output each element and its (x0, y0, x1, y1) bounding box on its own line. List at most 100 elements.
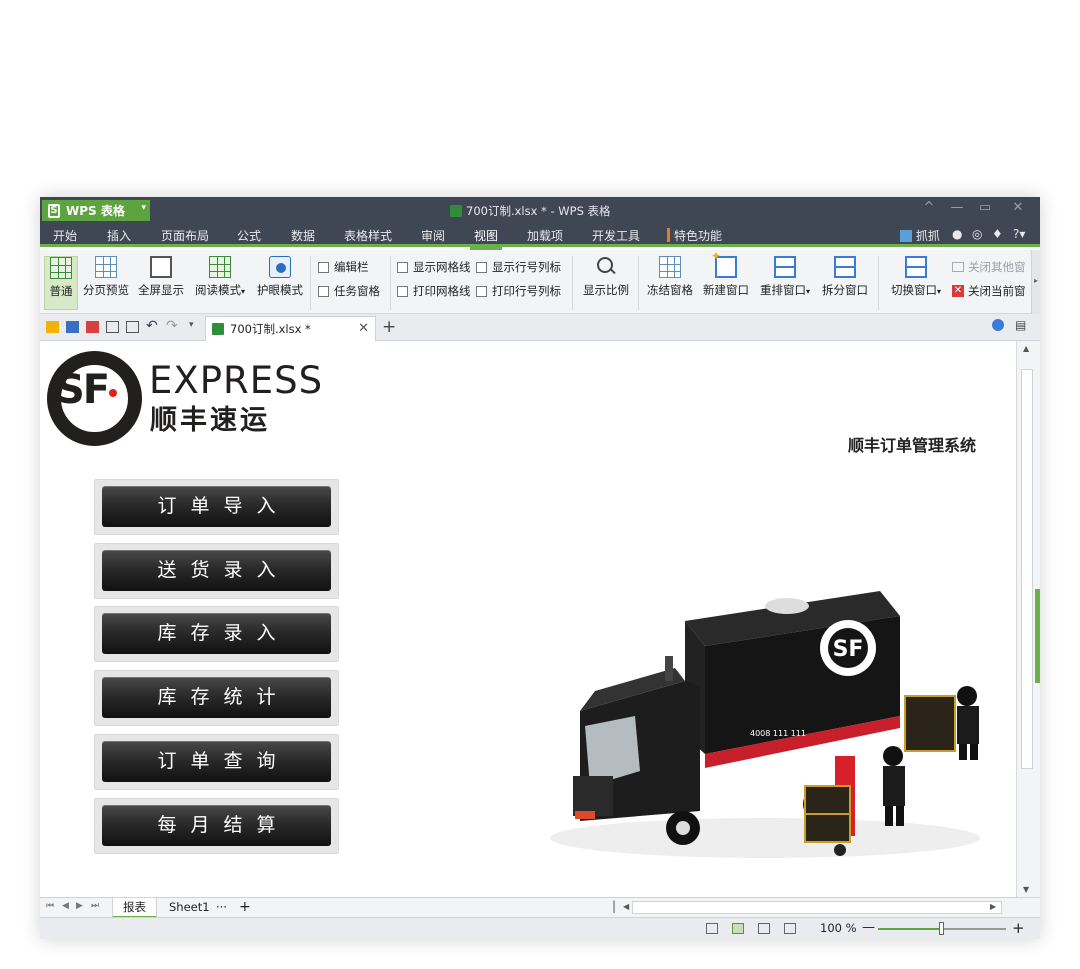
tab-splitter-handle[interactable]: | (612, 899, 616, 913)
first-sheet-icon[interactable]: ⏮ (46, 901, 54, 911)
arrange-windows-button[interactable]: 重排窗口▾ (756, 256, 814, 310)
zoom-level[interactable]: 100 % (820, 921, 857, 935)
scroll-down-icon[interactable]: ▼ (1023, 885, 1029, 894)
page-break-preview-button[interactable]: 分页预览 (80, 256, 132, 310)
order-import-button[interactable]: 订单导入 (102, 486, 331, 527)
feedback-icon[interactable]: ◎ (972, 227, 982, 241)
tab-view[interactable]: 视图 (469, 227, 503, 250)
full-screen-icon (150, 256, 172, 278)
zoom-slider-thumb[interactable] (939, 922, 944, 935)
scroll-up-icon[interactable]: ▲ (1023, 344, 1029, 353)
sf-logo-letters: SF (56, 367, 110, 413)
print-icon[interactable] (106, 321, 119, 333)
redo-icon[interactable]: ↷ (166, 318, 178, 334)
zoom-ratio-label: 显示比例 (583, 283, 629, 297)
side-panel-handle[interactable] (1035, 589, 1040, 683)
document-tab[interactable]: 700订制.xlsx * ✕ (205, 316, 376, 341)
new-window-button[interactable]: 新建窗口 (700, 249, 752, 310)
window-title: 700订制.xlsx * - WPS 表格 (450, 203, 611, 219)
more-sheets-button[interactable]: ··· (212, 898, 231, 918)
pin-toolbar-icon[interactable]: ▤ (1015, 318, 1026, 332)
reading-mode-status-icon[interactable] (784, 923, 796, 934)
reading-mode-button[interactable]: 阅读模式▾ (191, 256, 249, 310)
zoom-out-button[interactable]: — (862, 920, 875, 935)
inventory-stats-button[interactable]: 库存统计 (102, 677, 331, 718)
shirt-icon[interactable]: ♦ (992, 227, 1003, 241)
save-icon[interactable] (66, 321, 79, 333)
switch-window-button[interactable]: 切换窗口▾ (886, 256, 946, 310)
normal-view-icon (50, 257, 72, 279)
inventory-entry-button[interactable]: 库存录入 (102, 613, 331, 654)
vertical-scrollbar[interactable]: ▲ ▼ (1016, 341, 1040, 897)
normal-view-status-icon[interactable] (732, 923, 744, 934)
zoom-ratio-button[interactable]: 显示比例 (580, 256, 632, 310)
customize-caret-icon[interactable]: ▾ (189, 320, 194, 330)
minimize-button[interactable]: — (946, 200, 968, 215)
undo-icon[interactable]: ↶ (146, 318, 158, 334)
close-other-windows-button[interactable]: 关闭其他窗 (952, 259, 1026, 275)
normal-view-button[interactable]: 普通 (44, 256, 78, 310)
tab-review[interactable]: 审阅 (421, 227, 445, 244)
help-button[interactable]: ?▾ (1013, 227, 1025, 241)
tab-special-features[interactable]: 特色功能 (666, 227, 722, 244)
order-query-button[interactable]: 订单查询 (102, 741, 331, 782)
tab-formula[interactable]: 公式 (237, 227, 261, 244)
ribbon-separator (878, 256, 879, 310)
add-sheet-button[interactable]: + (235, 898, 255, 918)
print-gridlines-checkbox[interactable]: 打印网格线 (397, 283, 471, 299)
show-gridlines-checkbox[interactable]: 显示网格线 (397, 259, 471, 275)
print-headers-checkbox[interactable]: 打印行号列标 (476, 283, 561, 299)
collapse-ribbon-button[interactable]: ^ (918, 200, 940, 215)
scroll-right-icon[interactable]: ▶ (990, 902, 996, 911)
sheet-tab-sheet1[interactable]: Sheet1 (159, 898, 220, 918)
full-screen-button[interactable]: 全屏显示 (135, 256, 187, 310)
ribbon-separator (390, 256, 391, 310)
horizontal-scrollbar[interactable] (632, 901, 1002, 914)
switch-window-icon (905, 256, 927, 278)
new-tab-button[interactable]: + (382, 317, 396, 337)
help-label: ? (1013, 227, 1020, 241)
ribbon-separator (310, 256, 311, 310)
prev-sheet-icon[interactable]: ◀ (62, 901, 69, 911)
delivery-entry-button[interactable]: 送货录入 (102, 550, 331, 591)
close-window-button[interactable]: ✕ (1007, 200, 1029, 215)
zoom-in-button[interactable]: + (1012, 919, 1025, 937)
freeze-panes-button[interactable]: 冻结窗格 (644, 256, 696, 310)
edit-bar-checkbox[interactable]: 编辑栏 (318, 259, 369, 275)
tab-data[interactable]: 数据 (291, 227, 315, 244)
tab-addins[interactable]: 加载项 (527, 227, 563, 244)
close-tab-icon[interactable]: ✕ (358, 321, 369, 336)
vertical-scroll-thumb[interactable] (1021, 369, 1033, 769)
show-headers-checkbox[interactable]: 显示行号列标 (476, 259, 561, 275)
cloud-icon[interactable] (992, 319, 1004, 331)
scroll-left-icon[interactable]: ◀ (623, 902, 629, 911)
split-window-button[interactable]: 拆分窗口 (819, 256, 871, 310)
close-current-window-button[interactable]: ✕ 关闭当前窗 (952, 283, 1026, 299)
xlsx-file-icon (212, 323, 224, 335)
close-current-label: 关闭当前窗 (968, 284, 1026, 298)
print-preview-icon[interactable] (126, 321, 139, 333)
sheet-tab-report[interactable]: 报表 (112, 898, 157, 918)
tab-home[interactable]: 开始 (53, 227, 77, 244)
tab-table-style[interactable]: 表格样式 (344, 227, 392, 244)
export-pdf-icon[interactable] (86, 321, 99, 333)
ribbon-scroll-right[interactable]: ▸ (1031, 250, 1040, 314)
open-folder-icon[interactable] (46, 321, 59, 333)
system-title: 顺丰订单管理系统 (848, 436, 977, 455)
page-break-status-icon[interactable] (758, 923, 770, 934)
wps-app-button[interactable]: S WPS 表格 ▾ (42, 200, 150, 221)
grab-button[interactable]: 抓抓 (900, 227, 940, 244)
save-status-icon[interactable] (706, 923, 718, 934)
menu-frame: 订单导入 (94, 479, 339, 535)
task-pane-checkbox[interactable]: 任务窗格 (318, 283, 380, 299)
next-sheet-icon[interactable]: ▶ (76, 901, 83, 911)
skin-icon[interactable]: ● (952, 227, 962, 241)
eye-protection-button[interactable]: 护眼模式 (254, 256, 306, 310)
sf-truck-image: SF 4008 111 111 (550, 591, 980, 858)
tab-page-layout[interactable]: 页面布局 (161, 227, 209, 244)
tab-insert[interactable]: 插入 (107, 227, 131, 244)
monthly-settlement-button[interactable]: 每月结算 (102, 805, 331, 846)
last-sheet-icon[interactable]: ⏭ (91, 901, 99, 911)
tab-developer[interactable]: 开发工具 (592, 227, 640, 244)
maximize-button[interactable]: ▭ (974, 200, 996, 215)
